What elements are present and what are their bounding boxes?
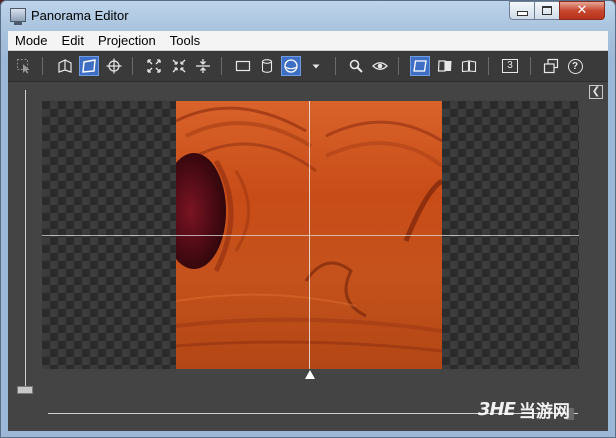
panorama-canvas[interactable]	[42, 101, 579, 369]
page-view-button[interactable]	[459, 56, 479, 76]
cube-face-button[interactable]	[55, 56, 75, 76]
dropdown-arrow-icon	[312, 64, 320, 69]
select-arrow-icon	[17, 59, 30, 74]
select-tool-button[interactable]	[14, 56, 34, 76]
menu-edit[interactable]: Edit	[55, 31, 91, 50]
watermark-logo: 3HE	[478, 399, 516, 420]
toolbar-separator	[221, 57, 222, 75]
sphere-projection-button[interactable]	[281, 56, 301, 76]
title-bar[interactable]: Panorama Editor ✕	[1, 1, 615, 31]
rectangle-projection-icon	[235, 60, 251, 72]
toolbar-separator	[398, 57, 399, 75]
toolbar-separator	[132, 57, 133, 75]
minimize-icon	[516, 11, 528, 16]
toolbar-separator	[335, 57, 336, 75]
expand-button[interactable]	[144, 56, 164, 76]
toolbar-separator	[42, 57, 43, 75]
workspace: ❮	[8, 82, 608, 431]
client-area: Mode Edit Projection Tools 3 ? ❮	[8, 31, 608, 431]
toolbar: 3 ?	[8, 51, 608, 82]
cube-face-icon	[58, 59, 72, 73]
close-icon: ✕	[576, 3, 588, 18]
collapse-button[interactable]	[169, 56, 189, 76]
minimize-button[interactable]	[509, 1, 535, 20]
help-icon: ?	[567, 58, 583, 74]
zoom-icon	[349, 59, 363, 73]
eye-preview-icon	[372, 62, 388, 70]
help-button[interactable]: ?	[565, 56, 585, 76]
vertical-center-button[interactable]	[193, 56, 213, 76]
expand-icon	[147, 59, 161, 73]
center-marker-icon[interactable]	[305, 370, 315, 379]
plane-view-icon	[413, 60, 427, 72]
panorama-editor-window: Panorama Editor ✕ Mode Edit Projection T…	[0, 0, 616, 438]
vertical-center-icon	[196, 59, 210, 73]
vertical-zoom-thumb[interactable]	[17, 386, 33, 394]
view-three-button[interactable]: 3	[500, 56, 520, 76]
projection-dropdown-button[interactable]	[306, 56, 326, 76]
window-title: Panorama Editor	[31, 8, 129, 23]
preview-button[interactable]	[370, 56, 390, 76]
collapse-panel-button[interactable]: ❮	[589, 85, 603, 99]
watermark-text: 当游网	[518, 402, 570, 421]
page-view-icon	[461, 60, 477, 73]
chevron-left-icon: ❮	[591, 86, 601, 97]
rectangle-projection-button[interactable]	[233, 56, 253, 76]
menu-projection[interactable]: Projection	[91, 31, 163, 50]
window-stack-button[interactable]	[541, 56, 561, 76]
menu-mode[interactable]: Mode	[8, 31, 55, 50]
app-monitor-icon	[10, 8, 26, 25]
menu-tools[interactable]: Tools	[163, 31, 207, 50]
maximize-button[interactable]	[534, 1, 560, 20]
vertical-zoom-track[interactable]	[25, 90, 26, 392]
split-view-icon	[437, 60, 452, 72]
number-three-icon: 3	[502, 59, 518, 73]
sphere-projection-icon	[284, 59, 298, 73]
vertical-guide-line	[309, 101, 310, 369]
collapse-icon	[172, 59, 186, 73]
plane-view-button[interactable]	[410, 56, 430, 76]
perspective-plane-icon	[82, 59, 96, 73]
split-view-button[interactable]	[435, 56, 455, 76]
toolbar-separator	[488, 57, 489, 75]
watermark: 3HE 当游网	[478, 397, 570, 422]
toolbar-separator	[530, 57, 531, 75]
maximize-icon	[542, 6, 552, 15]
crosshair-target-icon	[106, 58, 122, 74]
window-stack-icon	[543, 58, 559, 74]
zoom-button[interactable]	[346, 56, 366, 76]
close-button[interactable]: ✕	[559, 1, 605, 20]
menu-bar: Mode Edit Projection Tools	[8, 31, 608, 51]
horizon-guide-line	[42, 235, 579, 236]
cylinder-projection-icon	[261, 59, 273, 73]
crosshair-button[interactable]	[104, 56, 124, 76]
cylinder-projection-button[interactable]	[257, 56, 277, 76]
perspective-plane-button[interactable]	[79, 56, 99, 76]
